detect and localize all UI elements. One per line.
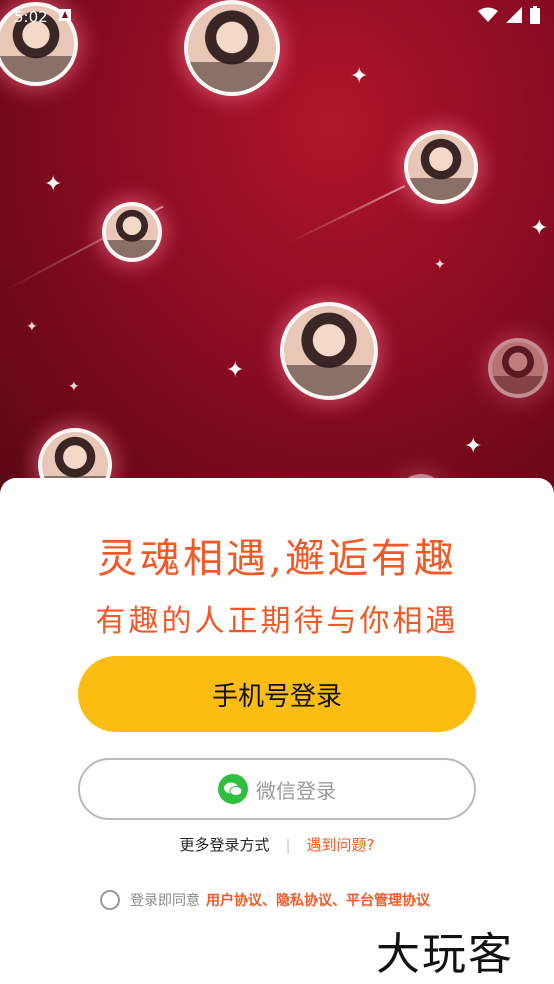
agreement-links[interactable]: 用户协议、隐私协议、平台管理协议 — [206, 890, 430, 910]
battery-icon — [530, 6, 540, 28]
sparkle-icon: ✦ — [464, 434, 483, 459]
agreement-checkbox[interactable] — [100, 890, 120, 910]
avatar[interactable] — [488, 338, 548, 398]
watermark-logo: 大玩客 — [376, 929, 514, 980]
sparkle-icon: ✦ — [530, 216, 549, 241]
notification-icon — [58, 8, 72, 26]
wifi-icon — [478, 7, 498, 27]
wechat-icon — [218, 774, 248, 804]
agreement-prefix: 登录即同意 — [130, 893, 200, 909]
shooting-star — [287, 185, 406, 244]
more-login-link[interactable]: 更多登录方式 — [179, 834, 269, 855]
avatar[interactable] — [102, 202, 162, 262]
phone-login-button[interactable]: 手机号登录 — [78, 656, 476, 732]
problem-link[interactable]: 遇到问题? — [307, 834, 375, 855]
signal-icon — [506, 7, 522, 27]
sparkle-icon: ✦ — [68, 379, 80, 395]
status-bar: 5:02 — [0, 0, 554, 34]
wechat-login-button[interactable]: 微信登录 — [78, 758, 476, 820]
sparkle-icon: ✦ — [350, 64, 369, 89]
link-divider: | — [285, 835, 291, 854]
avatar[interactable] — [404, 130, 478, 204]
sparkle-icon: ✦ — [434, 257, 446, 273]
sparkle-icon: ✦ — [44, 172, 63, 197]
agreement-row: 登录即同意 用户协议、隐私协议、平台管理协议 — [100, 890, 430, 910]
sparkle-icon: ✦ — [26, 319, 38, 335]
wechat-login-label: 微信登录 — [256, 778, 336, 803]
more-options-row: 更多登录方式 | 遇到问题? — [0, 834, 554, 855]
login-sheet: 灵魂相遇,邂逅有趣 有趣的人正期待与你相遇 手机号登录 微信登录 更多登录方式 … — [0, 478, 554, 984]
slogan-title: 灵魂相遇,邂逅有趣 — [97, 536, 457, 582]
avatar[interactable] — [280, 302, 378, 400]
slogan-subtitle: 有趣的人正期待与你相遇 — [95, 604, 459, 639]
hero-background: 5:02 ✦ ✦ ✦ ✦ ✦ ✦ ✦ ✦ — [0, 0, 554, 500]
sparkle-icon: ✦ — [226, 358, 245, 383]
status-time: 5:02 — [14, 8, 48, 26]
